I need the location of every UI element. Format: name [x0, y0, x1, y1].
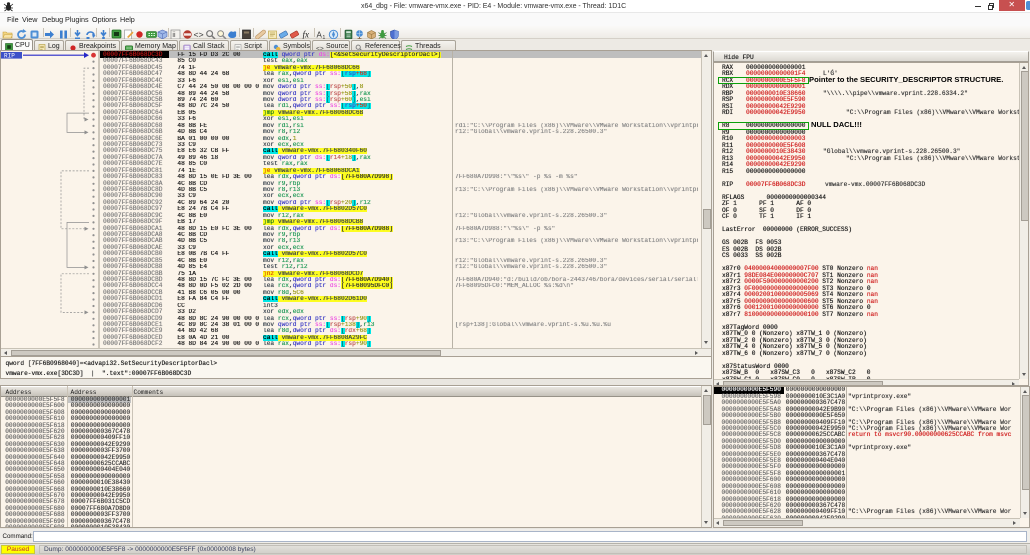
svg-text:RIP: RIP	[4, 52, 15, 59]
svg-text:fx: fx	[302, 30, 309, 40]
svg-text:ii: ii	[172, 32, 176, 39]
